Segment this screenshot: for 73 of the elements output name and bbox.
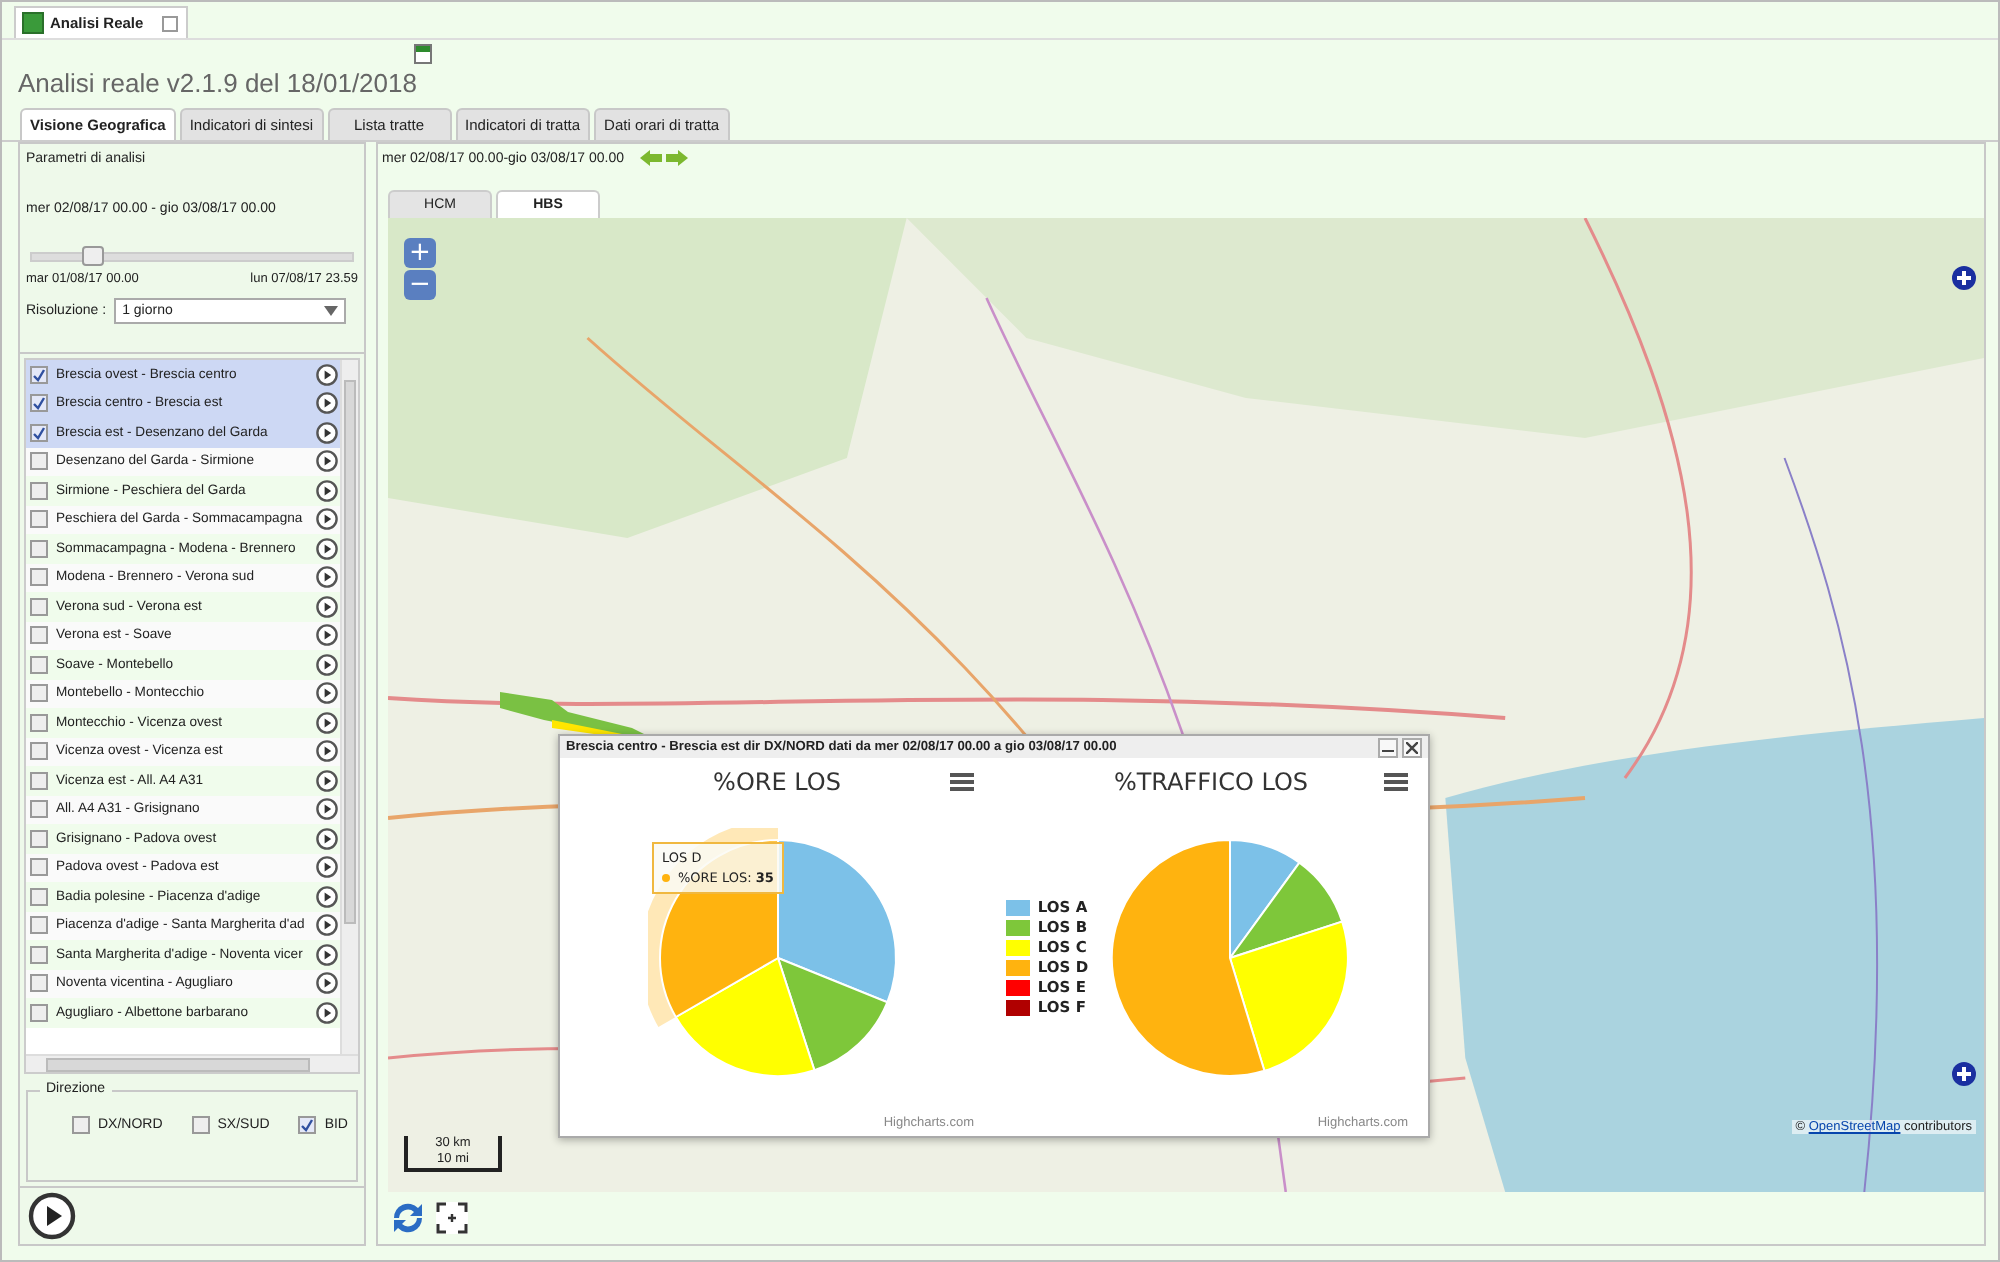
play-icon[interactable] xyxy=(316,798,338,821)
play-icon[interactable] xyxy=(316,740,338,763)
checkbox[interactable] xyxy=(30,452,48,471)
scrollbar[interactable] xyxy=(340,360,358,1054)
checkbox[interactable] xyxy=(30,945,48,964)
play-icon[interactable] xyxy=(316,769,338,792)
checkbox[interactable] xyxy=(30,829,48,848)
play-icon[interactable] xyxy=(316,943,338,966)
checkbox[interactable] xyxy=(30,974,48,993)
play-icon[interactable] xyxy=(316,363,338,386)
chart-title: %ORE LOS xyxy=(713,768,841,796)
fullscreen-icon[interactable] xyxy=(436,1202,468,1234)
add-icon[interactable] xyxy=(1952,1062,1976,1086)
checkbox[interactable] xyxy=(30,597,48,616)
checkbox[interactable] xyxy=(30,539,48,558)
zoom-out-button[interactable]: − xyxy=(404,270,436,300)
play-icon[interactable] xyxy=(316,421,338,444)
document-icon[interactable] xyxy=(414,44,432,64)
checkbox[interactable] xyxy=(30,655,48,674)
checkbox[interactable] xyxy=(30,626,48,645)
caret-icon xyxy=(324,306,338,316)
slider-track[interactable] xyxy=(30,252,354,262)
checkbox[interactable] xyxy=(30,713,48,732)
checkbox[interactable] xyxy=(72,1116,90,1134)
play-icon[interactable] xyxy=(28,1192,76,1240)
play-icon[interactable] xyxy=(316,1001,338,1024)
checkbox[interactable] xyxy=(30,1003,48,1022)
play-icon[interactable] xyxy=(316,595,338,618)
close-tab-icon[interactable] xyxy=(161,15,178,31)
app-title: Analisi reale v2.1.9 del 18/01/2018 xyxy=(16,66,419,102)
refresh-icon[interactable] xyxy=(388,1198,428,1238)
checkbox[interactable] xyxy=(30,481,48,500)
play-icon[interactable] xyxy=(316,856,338,879)
minimize-button[interactable] xyxy=(1378,737,1398,757)
checkbox[interactable] xyxy=(30,423,48,442)
close-button[interactable] xyxy=(1402,737,1422,757)
play-icon[interactable] xyxy=(316,914,338,937)
checkbox[interactable] xyxy=(30,742,48,761)
play-icon[interactable] xyxy=(316,653,338,676)
add-icon[interactable] xyxy=(1952,266,1976,290)
checkbox[interactable] xyxy=(30,365,48,384)
checkbox[interactable] xyxy=(30,684,48,703)
document-icon xyxy=(22,12,44,34)
play-icon[interactable] xyxy=(316,508,338,531)
slider-thumb[interactable] xyxy=(82,246,105,266)
checkbox[interactable] xyxy=(30,771,48,790)
play-icon[interactable] xyxy=(316,682,338,705)
checkbox[interactable] xyxy=(30,858,48,877)
checkbox[interactable] xyxy=(30,510,48,529)
play-icon[interactable] xyxy=(316,566,338,589)
zoom-in-button[interactable]: + xyxy=(404,238,436,268)
scrollbar[interactable] xyxy=(26,1054,358,1072)
play-icon[interactable] xyxy=(316,450,338,473)
play-icon[interactable] xyxy=(316,392,338,415)
play-icon[interactable] xyxy=(316,479,338,502)
menu-icon[interactable] xyxy=(1384,772,1408,792)
checkbox[interactable] xyxy=(30,887,48,906)
play-icon[interactable] xyxy=(316,537,338,560)
play-icon[interactable] xyxy=(316,827,338,850)
play-icon[interactable] xyxy=(316,624,338,647)
menu-icon[interactable] xyxy=(950,772,974,792)
checkbox[interactable] xyxy=(30,394,48,413)
checkbox[interactable] xyxy=(298,1116,317,1134)
checkbox[interactable] xyxy=(30,916,48,935)
play-icon[interactable] xyxy=(316,885,338,908)
play-icon[interactable] xyxy=(316,972,338,995)
checkbox[interactable] xyxy=(191,1116,210,1134)
checkbox[interactable] xyxy=(30,800,48,819)
play-icon[interactable] xyxy=(316,711,338,734)
close-icon xyxy=(1406,741,1418,753)
series-dot xyxy=(662,874,670,882)
checkbox[interactable] xyxy=(30,568,48,587)
chart-title: %TRAFFICO LOS xyxy=(1113,768,1309,796)
